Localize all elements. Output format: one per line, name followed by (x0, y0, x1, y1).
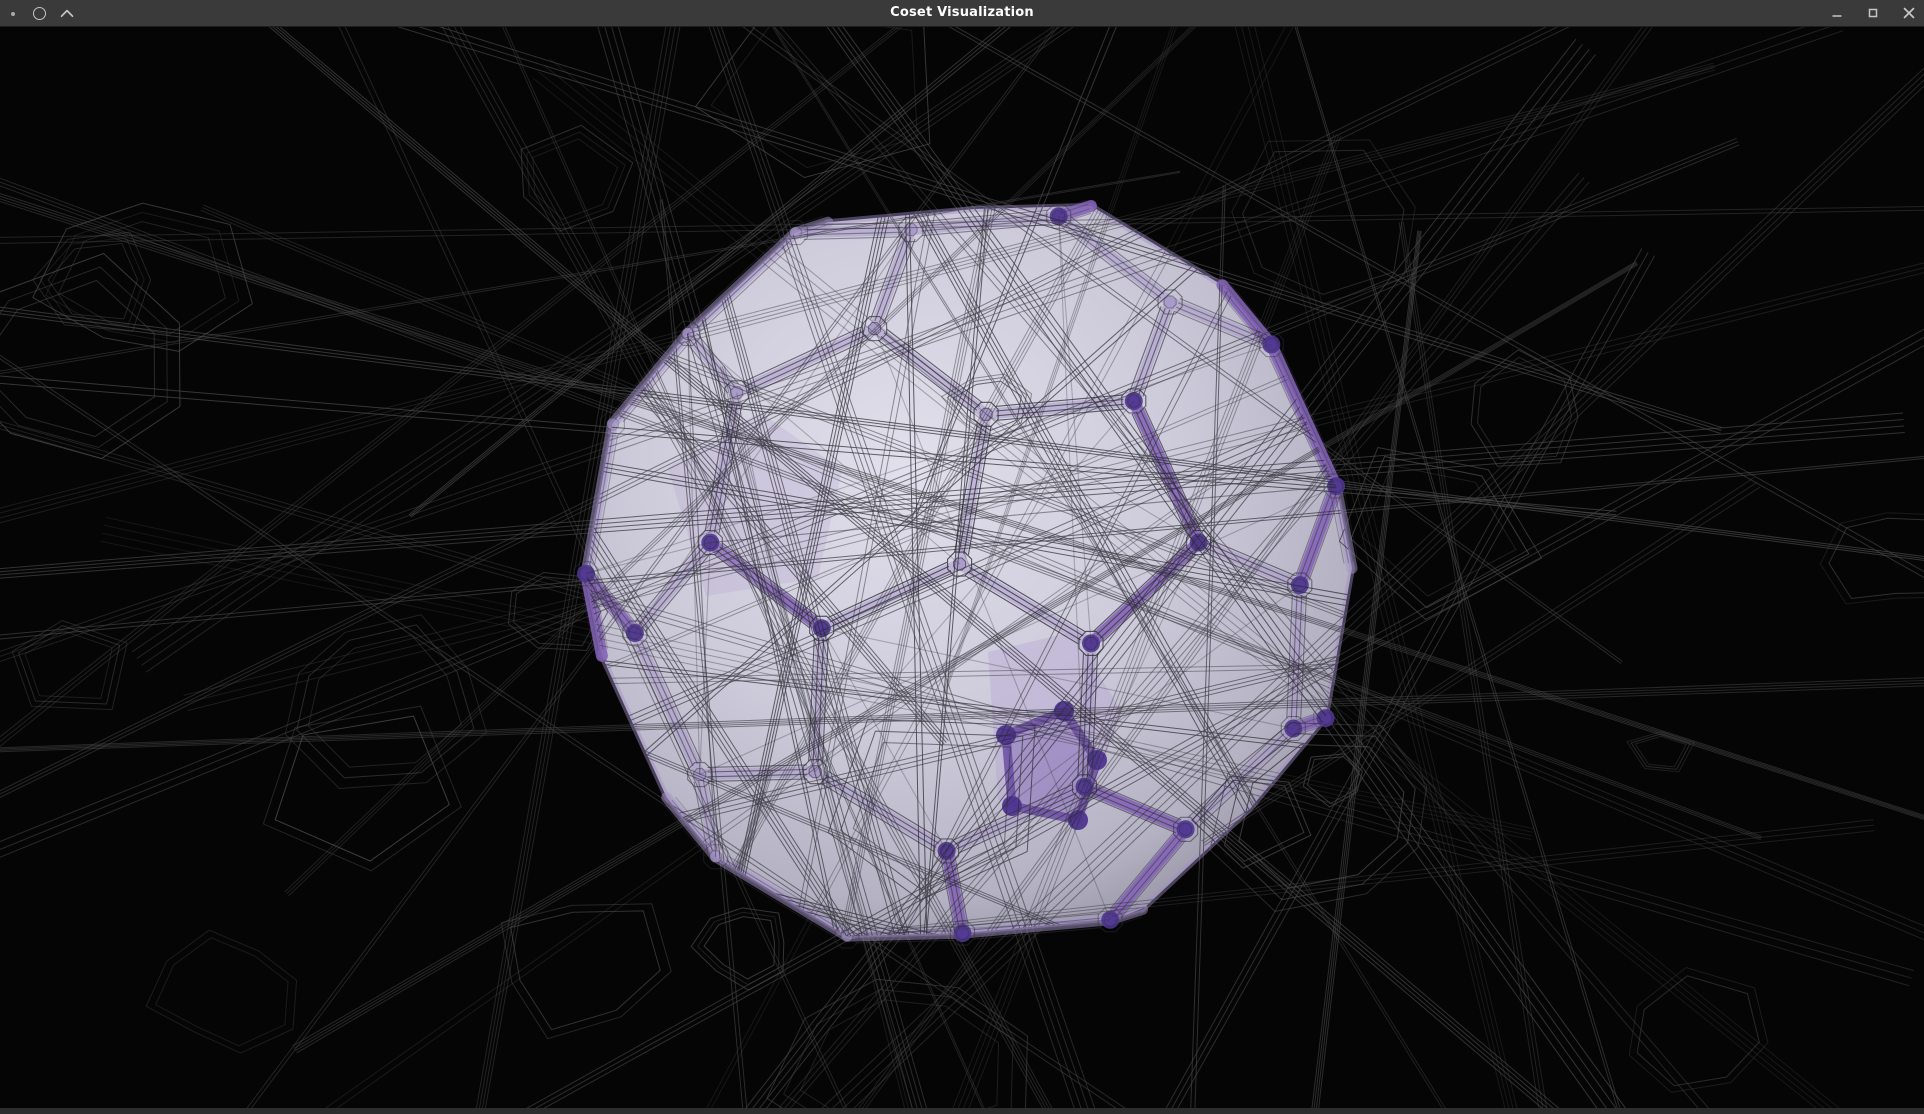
maximize-button[interactable] (1866, 6, 1880, 20)
window-title: Coset Visualization (0, 0, 1924, 27)
coset-3d-scene (0, 27, 1924, 1108)
close-button[interactable] (1902, 6, 1916, 20)
close-icon (1902, 6, 1916, 20)
dot-icon[interactable] (11, 12, 15, 16)
chevron-up-icon[interactable] (60, 9, 74, 18)
titlebar[interactable]: Coset Visualization (0, 0, 1924, 27)
minimize-icon (1830, 6, 1844, 20)
window-controls (1830, 0, 1916, 26)
window-bottom-border (0, 1108, 1924, 1114)
app-window: Coset Visualization (0, 0, 1924, 1114)
minimize-button[interactable] (1830, 6, 1844, 20)
visualization-canvas[interactable] (0, 27, 1924, 1108)
circle-icon[interactable] (33, 7, 46, 20)
maximize-icon (1866, 6, 1880, 20)
